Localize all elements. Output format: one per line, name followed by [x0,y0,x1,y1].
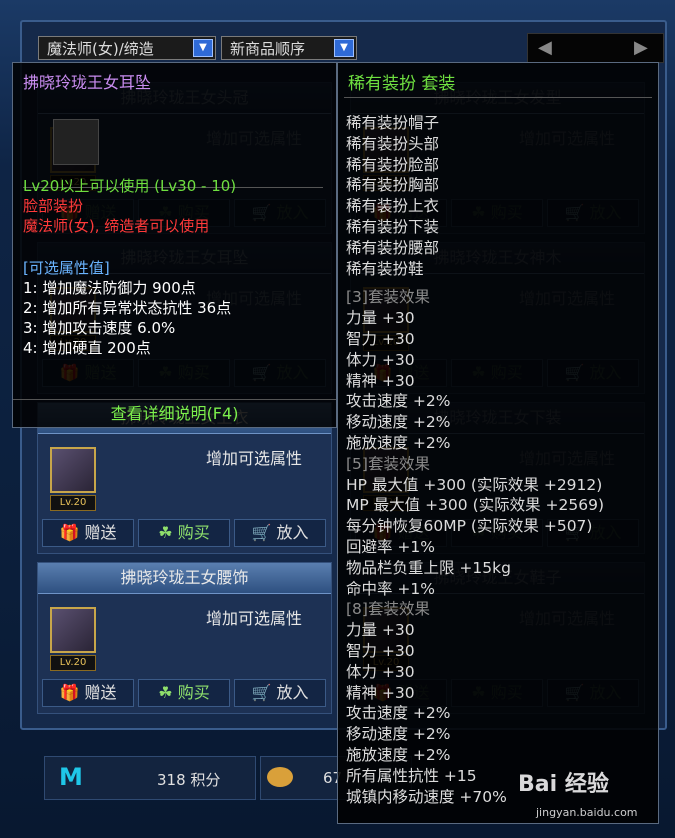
set-effect-line: 施放速度 +2% [346,434,451,452]
set-tooltip: 稀有装扮 套装 稀有装扮帽子 稀有装扮头部 稀有装扮脸部 稀有装扮胸部 稀有装扮上衣 稀有… [337,62,659,824]
set-effect-line: HP 最大值 +300 (实际效果 +2912) [346,475,603,494]
set-effect-line: 攻击速度 +2% [346,392,451,411]
points-box: M 318 积分 [44,756,256,800]
set-effect-line: 移动速度 +2% [346,725,451,744]
buy-label: 购买 [177,523,210,542]
chevron-down-icon[interactable]: ▼ [193,39,213,57]
pager: ◀ ▶ [527,33,664,63]
set-piece: 稀有装扮下装 [346,218,440,236]
baidu-watermark: Bai 经验 [518,772,609,797]
level-requirement: Lv20以上可以使用 (Lv30 - 10) [23,177,237,195]
level-badge: Lv.20 [50,495,96,511]
slot-type: 脸部装扮 [23,197,84,215]
item-title: 拂晓玲珑王女腰饰 [38,563,331,594]
cart-icon: 🛒 [251,523,272,542]
set-effect-line: 物品栏负重上限 +15kg [346,558,511,577]
coin-icon [267,767,293,787]
item-attr: 增加可选属性 [206,609,303,628]
buy-label: 购买 [177,683,210,702]
gift-icon: 🎁 [59,683,80,702]
buy-icon: ☘ [158,683,173,702]
set-effect-line: 力量 +30 [346,309,415,328]
option-line: 1: 增加魔法防御力 900点 [23,279,196,297]
set-effect-line: 力量 +30 [346,621,415,640]
cart-button[interactable]: 🛒 放入 [234,679,326,707]
set-effect-line: 所有属性抗性 +15 [346,766,477,785]
set-effect-line: 每分钟恢复60MP (实际效果 +507) [346,517,593,536]
sort-value: 新商品顺序 [230,40,306,58]
baidu-watermark-url: jingyan.baidu.com [536,806,638,819]
detail-link[interactable]: 查看详细说明(F4) [13,399,336,428]
divider [344,97,652,98]
gift-label: 赠送 [84,523,117,542]
set-effect-title: [5]套装效果 [346,454,430,473]
set-effect-line: 攻击速度 +2% [346,704,451,723]
buy-button[interactable]: ☘ 购买 [138,679,230,707]
item-icon[interactable] [50,607,96,653]
gift-button[interactable]: 🎁 赠送 [42,519,134,547]
set-piece: 稀有装扮头部 [346,134,440,153]
prev-page-icon[interactable]: ◀ [538,37,552,58]
item-name: 拂晓玲珑王女耳坠 [23,73,152,92]
buy-button[interactable]: ☘ 购买 [138,519,230,547]
class-requirement: 魔法师(女), 缔造者可以使用 [23,217,210,235]
set-effect-title: [8]套装效果 [346,600,430,619]
gift-button[interactable]: 🎁 赠送 [42,679,134,707]
card-actions: 🎁 赠送☘ 购买🛒 放入 [42,679,329,707]
set-effect-line: MP 最大值 +300 (实际效果 +2569) [346,496,605,515]
set-effect-line: 体力 +30 [346,662,415,681]
class-filter-select[interactable]: 魔法师(女)/缔造 ▼ [38,36,216,60]
set-header: 稀有装扮 套装 [348,74,456,94]
item-icon[interactable] [50,447,96,493]
set-effect-line: 回避率 +1% [346,538,436,556]
set-effect-line: 城镇内移动速度 +70% [346,787,507,806]
set-effect-line: 命中率 +1% [346,579,436,598]
chevron-down-icon[interactable]: ▼ [334,39,354,57]
card-actions: 🎁 赠送☘ 购买🛒 放入 [42,519,329,547]
points-value: 318 积分 [157,771,221,789]
set-effect-line: 移动速度 +2% [346,413,451,432]
set-effect-line: 精神 +30 [346,371,415,390]
m-logo-icon: M [59,763,83,791]
item-attr: 增加可选属性 [206,449,303,468]
set-effect-line: 体力 +30 [346,350,415,369]
set-piece: 稀有装扮帽子 [346,114,440,132]
optional-header: [可选属性值] [23,259,110,277]
item-tooltip: 拂晓玲珑王女耳坠 Lv20以上可以使用 (Lv30 - 10) 脸部装扮 魔法师… [12,62,337,428]
set-piece: 稀有装扮胸部 [346,176,440,195]
option-line: 2: 增加所有异常状态抗性 36点 [23,299,232,317]
next-page-icon[interactable]: ▶ [634,37,648,58]
sort-select[interactable]: 新商品顺序 ▼ [221,36,357,60]
gift-label: 赠送 [84,683,117,702]
cart-label: 放入 [276,523,309,542]
set-piece: 稀有装扮上衣 [346,197,440,216]
set-piece: 稀有装扮脸部 [346,155,440,174]
option-line: 3: 增加攻击速度 6.0% [23,319,176,337]
set-effect-line: 智力 +30 [346,642,415,660]
set-piece: 稀有装扮鞋 [346,259,424,278]
cart-button[interactable]: 🛒 放入 [234,519,326,547]
class-filter-value: 魔法师(女)/缔造 [47,40,154,58]
cart-icon: 🛒 [251,683,272,702]
item-icon [53,119,99,165]
buy-icon: ☘ [158,523,173,542]
option-line: 4: 增加硬直 200点 [23,339,151,357]
item-card[interactable]: 拂晓玲珑王女腰饰 Lv.20 增加可选属性 🎁 赠送 ☘ 购买 🛒 放入 [37,562,332,714]
set-effect-line: 智力 +30 [346,330,415,348]
cart-label: 放入 [276,683,309,702]
set-piece: 稀有装扮腰部 [346,238,440,257]
gift-icon: 🎁 [59,523,80,542]
set-effect-line: 施放速度 +2% [346,746,451,764]
set-effect-line: 精神 +30 [346,683,415,702]
set-effect-title: [3]套装效果 [346,288,430,307]
level-badge: Lv.20 [50,655,96,671]
